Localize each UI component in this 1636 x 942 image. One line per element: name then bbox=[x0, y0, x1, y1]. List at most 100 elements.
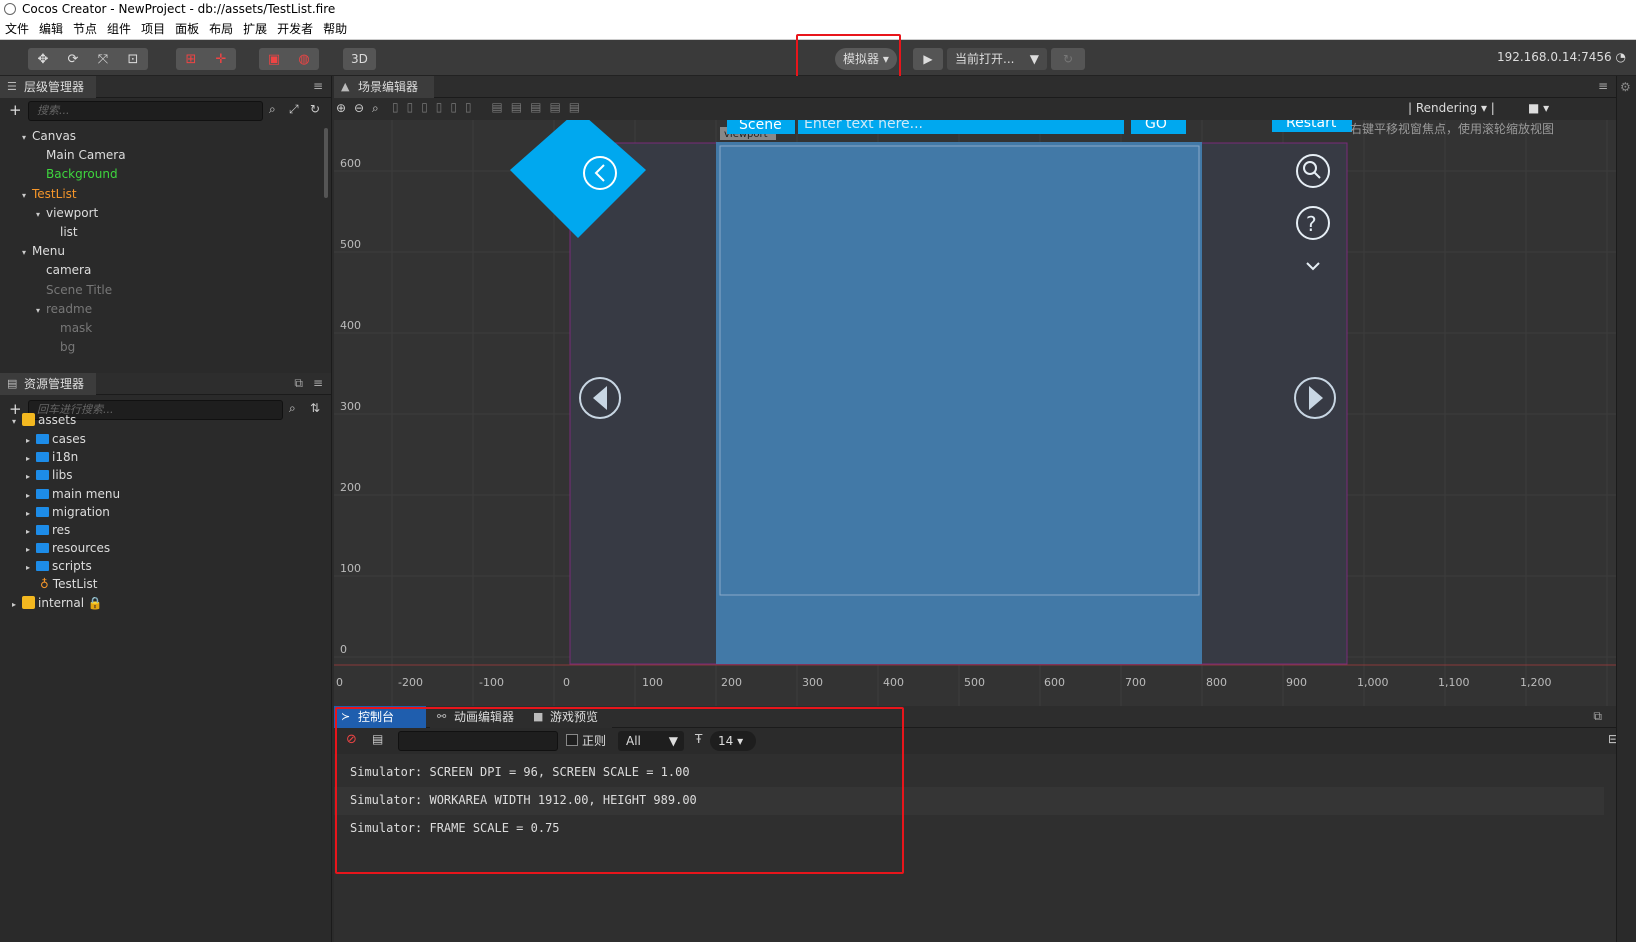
menu-component[interactable]: 组件 bbox=[102, 19, 136, 40]
refresh-icon[interactable]: ↻ bbox=[1051, 48, 1085, 70]
global-coord-icon[interactable]: ◍ bbox=[289, 48, 319, 70]
scale-tool-icon[interactable]: ⤧ bbox=[88, 48, 118, 70]
tab-assets[interactable]: ▤ 资源管理器 bbox=[0, 373, 96, 395]
hierarchy-node[interactable]: list bbox=[50, 222, 78, 242]
toggle-3d-button[interactable]: 3D bbox=[343, 48, 376, 70]
hierarchy-scrollbar[interactable] bbox=[324, 128, 328, 198]
menu-extension[interactable]: 扩展 bbox=[238, 19, 272, 40]
hierarchy-node[interactable]: ▾ Canvas bbox=[22, 126, 76, 146]
y-axis-labels: 600 500 400 300 200 100 0 bbox=[340, 157, 361, 656]
hierarchy-node-label: Scene Title bbox=[46, 282, 113, 297]
asset-scene-file[interactable]: ♁ TestList bbox=[40, 574, 97, 594]
menu-edit[interactable]: 编辑 bbox=[34, 19, 68, 40]
folder-icon bbox=[36, 470, 49, 481]
hierarchy-search-input[interactable]: 搜索... bbox=[28, 101, 263, 121]
hierarchy-node[interactable]: camera bbox=[36, 260, 91, 280]
local-coord-icon[interactable]: ▣ bbox=[259, 48, 289, 70]
go-button-label: GO bbox=[1145, 120, 1167, 132]
refresh-icon[interactable]: ↻ bbox=[310, 102, 320, 116]
app-icon bbox=[4, 3, 16, 15]
scene-canvas: viewport Scene Enter text here... GO Res… bbox=[334, 120, 1624, 706]
menu-layout[interactable]: 布局 bbox=[204, 19, 238, 40]
x-axis-label: 100 bbox=[642, 676, 663, 689]
menu-developer[interactable]: 开发者 bbox=[272, 19, 318, 40]
menu-file[interactable]: 文件 bbox=[0, 19, 34, 40]
rect-tool-icon[interactable]: ⊡ bbox=[118, 48, 148, 70]
align-tools[interactable]: ▯▯▯▯▯▯ ▤▤▤▤▤ bbox=[392, 100, 588, 114]
hierarchy-node[interactable]: ▾ readme bbox=[36, 299, 92, 319]
scene-viewport[interactable]: viewport Scene Enter text here... GO Res… bbox=[334, 120, 1624, 706]
search-icon[interactable]: ⌕ bbox=[289, 401, 296, 416]
asset-folder[interactable]: ▸ libs bbox=[26, 465, 73, 485]
zoom-reset-icon[interactable]: ⌕ bbox=[372, 101, 379, 116]
x-axis-label: 500 bbox=[964, 676, 985, 689]
hierarchy-node[interactable]: Main Camera bbox=[36, 145, 126, 165]
background-sprite bbox=[716, 142, 1202, 664]
database-icon bbox=[22, 413, 35, 426]
sort-icon[interactable]: ⇅ bbox=[310, 401, 320, 415]
menu-icon[interactable]: ≡ bbox=[313, 79, 323, 93]
asset-folder-label: libs bbox=[52, 468, 73, 483]
asset-folder[interactable]: ▸ resources bbox=[26, 538, 110, 558]
asset-folder[interactable]: ▸ res bbox=[26, 520, 70, 540]
settings-icon[interactable]: ⚙ bbox=[1620, 80, 1631, 94]
y-axis-label: 300 bbox=[340, 400, 361, 413]
hierarchy-search-row: + 搜索... ⌕ ⤢ ↻ bbox=[0, 98, 330, 124]
popout-icon[interactable]: ⧉ bbox=[294, 376, 303, 391]
rendering-select[interactable]: | Rendering ▾ | bbox=[1408, 101, 1495, 115]
x-axis-label: 0 bbox=[563, 676, 570, 689]
asset-folder[interactable]: ▸ i18n bbox=[26, 447, 78, 467]
zoom-out-icon[interactable]: ⊖ bbox=[354, 101, 364, 115]
x-axis-label: 600 bbox=[1044, 676, 1065, 689]
hierarchy-node[interactable]: Background bbox=[36, 164, 118, 184]
asset-folder[interactable]: ▸ main menu bbox=[26, 484, 120, 504]
menu-node[interactable]: 节点 bbox=[68, 19, 102, 40]
caret-down-icon: ▾ bbox=[36, 305, 41, 315]
hierarchy-node[interactable]: ▾ viewport bbox=[36, 203, 98, 223]
search-icon[interactable]: ⌕ bbox=[269, 102, 276, 117]
asset-folder-label: cases bbox=[52, 432, 86, 446]
center-icon[interactable]: ✛ bbox=[206, 48, 236, 70]
tab-hierarchy[interactable]: ☰ 层级管理器 bbox=[0, 76, 96, 98]
database-icon bbox=[22, 596, 35, 609]
collapse-icon[interactable]: ⤢ bbox=[289, 102, 299, 117]
menu-panel[interactable]: 面板 bbox=[170, 19, 204, 40]
asset-root[interactable]: ▾ assets bbox=[12, 410, 76, 430]
hierarchy-node[interactable]: ▾ TestList bbox=[22, 184, 77, 204]
scene-selector-label: 当前打开... bbox=[955, 52, 1015, 66]
x-axis-labels: 0 -200 -100 0 100 200 300 400 500 600 700 800 900 1,0… bbox=[336, 676, 1552, 689]
menu-icon[interactable]: ≡ bbox=[313, 376, 323, 390]
folder-icon bbox=[36, 506, 49, 517]
hierarchy-node[interactable]: Scene Title bbox=[36, 280, 112, 300]
asset-folder[interactable]: ▸ migration bbox=[26, 502, 110, 522]
folder-icon bbox=[36, 434, 49, 444]
hierarchy-node[interactable]: mask bbox=[50, 318, 92, 338]
scene-selector[interactable]: 当前打开... ▼ bbox=[947, 48, 1047, 70]
zoom-in-icon[interactable]: ⊕ bbox=[336, 101, 346, 115]
lock-icon: 🔒 bbox=[87, 596, 103, 610]
tab-scene-editor[interactable]: ▲ 场景编辑器 bbox=[334, 76, 434, 98]
x-axis-label: 1,200 bbox=[1520, 676, 1552, 689]
menu-help[interactable]: 帮助 bbox=[318, 19, 352, 40]
hierarchy-node[interactable]: bg bbox=[50, 337, 75, 357]
move-tool-icon[interactable]: ✥ bbox=[28, 48, 58, 70]
menu-project[interactable]: 项目 bbox=[136, 19, 170, 40]
pivot-icon[interactable]: ⊞ bbox=[176, 48, 206, 70]
popout-icon[interactable]: ⧉ bbox=[1593, 709, 1602, 724]
menu-icon[interactable]: ≡ bbox=[1598, 79, 1608, 93]
hierarchy-node-label: Menu bbox=[32, 244, 65, 259]
main-toolbar: ✥ ⟳ ⤧ ⊡ ⊞ ✛ ▣ ◍ 3D 模拟器 ▾ ▶ 当前打开... ▼ ↻ 19… bbox=[0, 34, 1636, 82]
y-axis-label: 100 bbox=[340, 562, 361, 575]
rotate-tool-icon[interactable]: ⟳ bbox=[58, 48, 88, 70]
highlight-box-console bbox=[335, 707, 904, 874]
hierarchy-node[interactable]: ▾ Menu bbox=[22, 241, 65, 261]
camera-icon[interactable]: ■ ▾ bbox=[1528, 101, 1549, 115]
scene-button-label: Scene bbox=[739, 120, 782, 133]
folder-icon bbox=[36, 561, 49, 572]
asset-folder[interactable]: ▸ cases bbox=[26, 429, 86, 449]
asset-internal[interactable]: ▸ internal 🔒 bbox=[12, 593, 103, 613]
scene-file-label: TestList bbox=[52, 577, 98, 591]
play-icon[interactable]: ▶ bbox=[913, 48, 943, 70]
y-axis-label: 500 bbox=[340, 238, 361, 251]
add-node-icon[interactable]: + bbox=[9, 101, 22, 119]
